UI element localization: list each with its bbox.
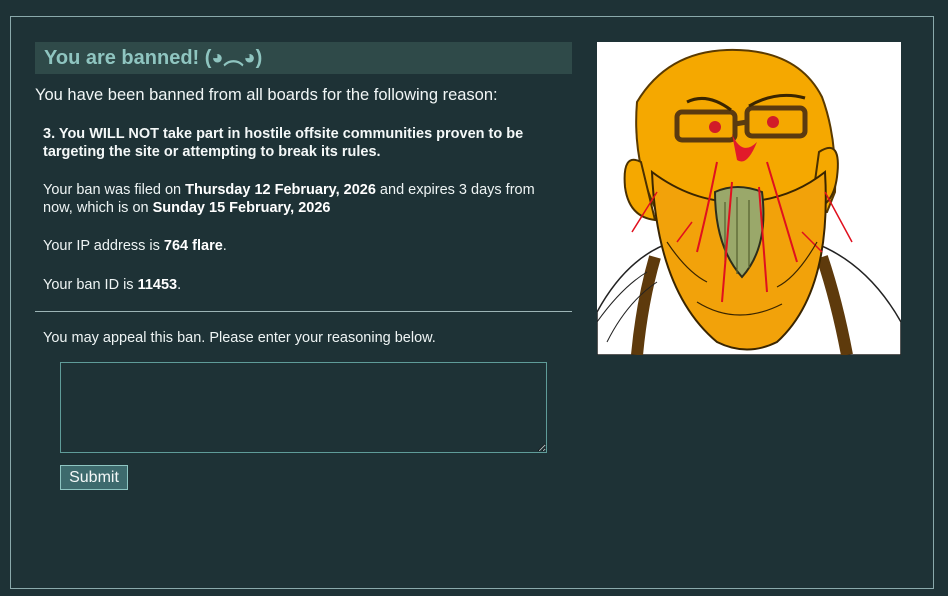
filed-prefix: Your ban was filed on: [43, 182, 186, 198]
angry-bearded-man-icon: [597, 48, 901, 355]
ban-reason: 3. You WILL NOT take part in hostile off…: [43, 126, 524, 160]
section-divider: [35, 311, 572, 312]
ban-image: [597, 42, 901, 355]
submit-appeal-button[interactable]: Submit: [60, 465, 128, 490]
appeal-reason-textarea[interactable]: [60, 362, 547, 453]
ban-id-suffix: .: [177, 277, 182, 293]
ip-value: 764 flare: [163, 238, 223, 254]
ban-id-prefix: Your ban ID is: [43, 277, 138, 293]
expires-date: Sunday 15 February, 2026: [152, 200, 331, 216]
ip-address-line: Your IP address is 764 flare.: [43, 238, 227, 254]
filed-date: Thursday 12 February, 2026: [185, 182, 376, 198]
ban-id-line: Your ban ID is 11453.: [43, 277, 181, 293]
ban-id-value: 11453: [137, 277, 178, 293]
ip-suffix: .: [222, 238, 227, 254]
ban-dates: Your ban was filed on Thursday 12 Februa…: [43, 181, 568, 217]
page-title: You are banned! (◕︵◕): [35, 42, 572, 74]
appeal-prompt: You may appeal this ban. Please enter yo…: [43, 330, 436, 346]
ip-prefix: Your IP address is: [43, 238, 164, 254]
ban-intro-text: You have been banned from all boards for…: [35, 86, 498, 104]
